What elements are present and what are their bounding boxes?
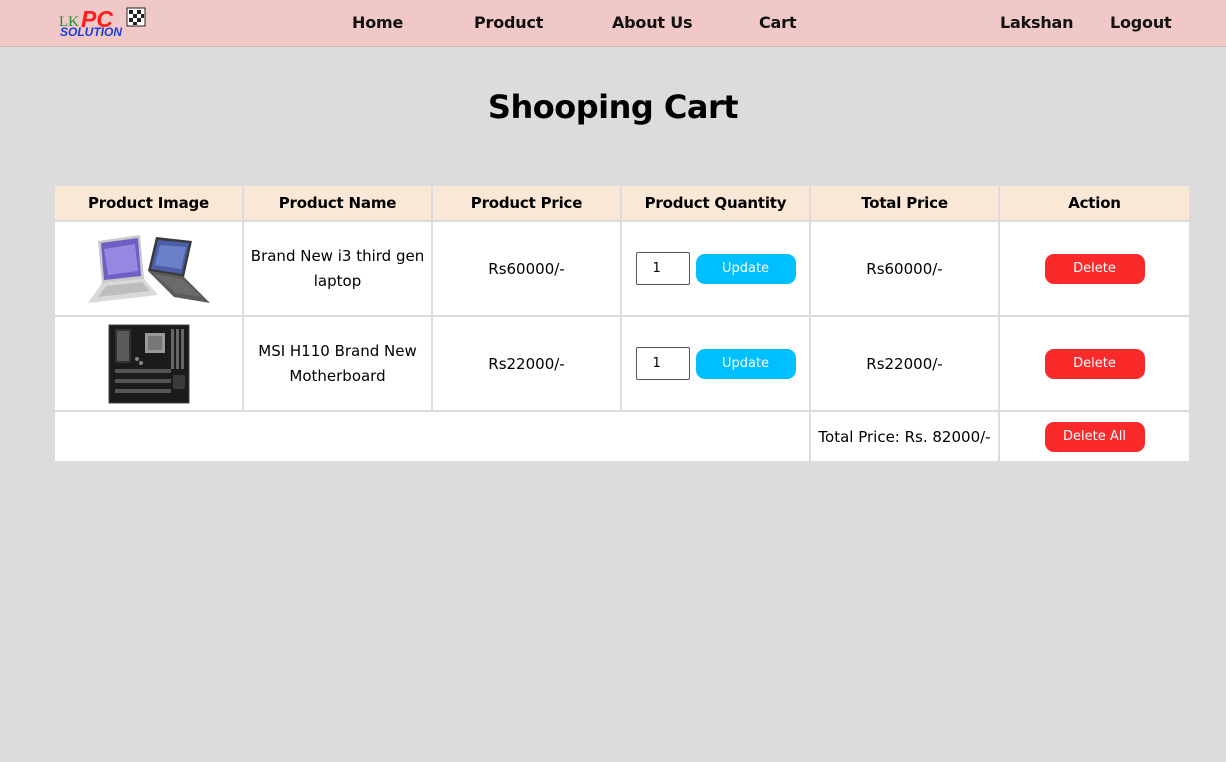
footer-action-cell: Delete All xyxy=(998,410,1191,463)
nav-cart[interactable]: Cart xyxy=(759,13,796,32)
action-cell: Delete xyxy=(998,315,1191,412)
nav-product[interactable]: Product xyxy=(474,13,543,32)
logout-link[interactable]: Logout xyxy=(1110,13,1172,32)
table-row: Brand New i3 third gen laptop Rs60000/- … xyxy=(53,220,1191,317)
row-total-price: Rs22000/- xyxy=(809,315,1000,412)
product-name: Brand New i3 third gen laptop xyxy=(242,220,433,317)
product-price: Rs60000/- xyxy=(431,220,622,317)
cart-table: Product Image Product Name Product Price… xyxy=(53,184,1191,463)
delete-button[interactable]: Delete xyxy=(1044,348,1145,379)
table-footer-row: Total Price: Rs. 82000/- Delete All xyxy=(53,410,1191,463)
nav-home[interactable]: Home xyxy=(352,13,403,32)
product-image-cell xyxy=(53,220,244,317)
table-row: MSI H110 Brand New Motherboard Rs22000/-… xyxy=(53,315,1191,412)
quantity-cell: Update xyxy=(620,315,811,412)
nav-user[interactable]: Lakshan xyxy=(1000,13,1074,32)
row-total-price: Rs60000/- xyxy=(809,220,1000,317)
product-image-cell xyxy=(53,315,244,412)
navbar: LK PC SOLUTION Home Product About Us Car… xyxy=(0,0,1226,47)
laptop-image xyxy=(87,234,210,303)
nav-about-us[interactable]: About Us xyxy=(612,13,693,32)
header-product-name: Product Name xyxy=(242,184,433,222)
header-product-quantity: Product Quantity xyxy=(620,184,811,222)
footer-spacer xyxy=(53,410,811,463)
quantity-cell: Update xyxy=(620,220,811,317)
quantity-input[interactable] xyxy=(635,347,690,380)
header-product-price: Product Price xyxy=(431,184,622,222)
brand-logo[interactable]: LK PC SOLUTION xyxy=(58,6,148,39)
svg-text:SOLUTION: SOLUTION xyxy=(60,25,122,38)
delete-button[interactable]: Delete xyxy=(1044,253,1145,284)
update-button[interactable]: Update xyxy=(695,348,796,379)
action-cell: Delete xyxy=(998,220,1191,317)
product-price: Rs22000/- xyxy=(431,315,622,412)
header-product-image: Product Image xyxy=(53,184,244,222)
grand-total: Total Price: Rs. 82000/- xyxy=(809,410,1000,463)
table-header-row: Product Image Product Name Product Price… xyxy=(53,184,1191,222)
header-total-price: Total Price xyxy=(809,184,1000,222)
header-action: Action xyxy=(998,184,1191,222)
update-button[interactable]: Update xyxy=(695,253,796,284)
quantity-input[interactable] xyxy=(635,252,690,285)
product-name: MSI H110 Brand New Motherboard xyxy=(242,315,433,412)
page-title: Shooping Cart xyxy=(487,88,739,126)
motherboard-image xyxy=(108,324,189,403)
delete-all-button[interactable]: Delete All xyxy=(1044,421,1145,452)
